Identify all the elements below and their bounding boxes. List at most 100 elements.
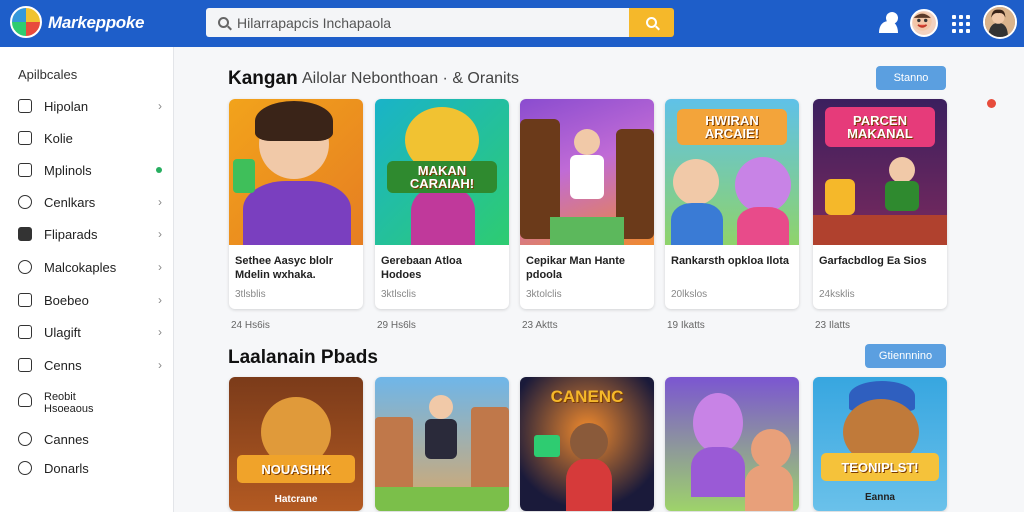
game-banner: TEONIPLST!	[821, 453, 939, 481]
game-title: Gerebaan Atloa Hodoes	[381, 255, 462, 281]
game-title: Sethee Aasyc blolr Mdelin wxhaka.	[235, 255, 334, 281]
game-meta: 24ksklis	[819, 289, 855, 300]
sidebar-item-malcokaples[interactable]: Malcokaples ›	[0, 254, 174, 280]
game-thumbnail: MAKAN CARAIAH!	[375, 99, 509, 245]
game-thumbnail	[520, 99, 654, 245]
game-card[interactable]: PARCEN MAKANAL Garfacbdlog Ea Sios 24ksk…	[813, 99, 947, 309]
game-title: Rankarsth opkloa Ilota	[671, 255, 789, 267]
sidebar-item-label: Malcokaples	[44, 259, 117, 275]
game-card[interactable]: Sethee Aasyc blolr Mdelin wxhaka. 3tlsbl…	[229, 99, 363, 309]
sidebar-item-cannes[interactable]: Cannes	[0, 426, 174, 452]
gamepad-icon	[18, 195, 32, 209]
sidebar-item-label: Hipolan	[44, 98, 89, 114]
sidebar-item-reobit[interactable]: Reobit Hsoeaous	[0, 391, 174, 421]
app-title[interactable]: Markeppoke	[48, 13, 145, 33]
chat-icon[interactable]	[876, 9, 902, 35]
see-all-button[interactable]: Gtiennnino	[865, 344, 946, 368]
game-banner: PARCEN MAKANAL	[825, 107, 935, 147]
chevron-right-icon: ›	[158, 227, 162, 241]
search-icon	[18, 260, 32, 274]
sidebar-item-hipolan[interactable]: Hipolan ›	[0, 93, 174, 119]
game-card[interactable]: Cepikar Man Hante pdoola 3ktolclis	[520, 99, 654, 309]
sidebar-item-label: Cenns	[44, 357, 82, 373]
sidebar-item-label: Mplinols	[44, 162, 92, 178]
game-thumbnail[interactable]: NOUASIHK Hatcrane	[229, 377, 363, 511]
sidebar-item-label: Reobit	[44, 391, 76, 403]
game-card[interactable]: HWIRAN ARCAIE! Rankarsth opkloa Ilota 20…	[665, 99, 799, 309]
game-stat: 29 Hs6ls	[377, 320, 416, 331]
game-caption: Eanna	[864, 492, 895, 503]
user-avatar[interactable]	[983, 5, 1017, 39]
chevron-right-icon: ›	[158, 260, 162, 274]
game-title: Garfacbdlog Ea Sios	[819, 255, 927, 267]
bag-icon	[18, 227, 32, 241]
chevron-right-icon: ›	[158, 293, 162, 307]
sidebar-item-mplinols[interactable]: Mplinols	[0, 157, 174, 183]
sidebar-item-boebeo[interactable]: Boebeo ›	[0, 287, 174, 313]
bell-icon	[18, 393, 32, 407]
app-logo-icon[interactable]	[10, 6, 42, 38]
game-meta: 3ktolclis	[526, 289, 562, 300]
game-meta: 20lkslos	[671, 289, 708, 300]
top-bar: Markeppoke Hilarrapapcis Inchapaola	[0, 0, 1024, 47]
chevron-right-icon: ›	[158, 325, 162, 339]
sidebar-item-label: Cannes	[44, 431, 89, 447]
sidebar-item-kolie[interactable]: Kolie	[0, 125, 174, 151]
game-thumbnail[interactable]: TEONIPLST! Eanna	[813, 377, 947, 511]
game-title: Cepikar Man Hante pdoola	[526, 255, 626, 281]
main-content: Kangan Ailolar Nebonthoan · & Oranits St…	[175, 47, 1024, 512]
game-thumbnail[interactable]	[665, 377, 799, 511]
puzzle-icon	[18, 293, 32, 307]
sidebar-item-sublabel: Hsoeaous	[44, 403, 94, 415]
game-thumbnail[interactable]: CANENC	[520, 377, 654, 511]
see-more-button[interactable]: Stanno	[876, 66, 946, 90]
game-thumbnail: PARCEN MAKANAL	[813, 99, 947, 245]
chevron-right-icon: ›	[158, 358, 162, 372]
sidebar-item-label: Donarls	[44, 460, 89, 476]
section-title: Kangan	[228, 68, 298, 89]
game-stat: 23 Ilatts	[815, 320, 851, 331]
game-thumbnail[interactable]	[375, 377, 509, 511]
search-button-icon	[646, 17, 657, 28]
search-button[interactable]	[629, 8, 674, 37]
flag-icon[interactable]	[987, 99, 996, 108]
status-dot-icon	[156, 167, 162, 173]
notification-avatar-icon[interactable]	[910, 9, 938, 37]
search-input[interactable]: Hilarrapapcis Inchapaola	[206, 8, 630, 37]
game-caption: Hatcrane	[274, 494, 318, 505]
search-icon	[218, 17, 229, 28]
game-banner: CANENC	[550, 387, 624, 406]
game-card[interactable]: MAKAN CARAIAH! Gerebaan Atloa Hodoes 3kt…	[375, 99, 509, 309]
game-banner: HWIRAN ARCAIE!	[677, 109, 787, 145]
sidebar-item-label: Kolie	[44, 130, 73, 146]
folder-icon	[18, 131, 32, 145]
apps-grid-icon[interactable]	[952, 15, 970, 33]
game-thumbnail	[229, 99, 363, 245]
game-meta: 3ktlsclis	[381, 289, 417, 300]
sidebar-item-label: Boebeo	[44, 292, 89, 308]
square-icon	[18, 99, 32, 113]
game-meta: 3tlsblis	[235, 289, 266, 300]
game-stat: 24 Hs6is	[231, 320, 270, 331]
section-title: Laalanain Pbads	[228, 347, 378, 368]
sidebar-item-donarls[interactable]: Donarls	[0, 455, 174, 481]
game-thumbnail: HWIRAN ARCAIE!	[665, 99, 799, 245]
settings-icon	[18, 461, 32, 475]
sidebar-item-cenlkars[interactable]: Cenlkars ›	[0, 189, 174, 215]
sidebar-item-cenns[interactable]: Cenns ›	[0, 352, 174, 378]
game-stat: 23 Aktts	[522, 320, 558, 331]
sidebar-header: Apilbcales	[18, 67, 78, 82]
sidebar-item-label: Cenlkars	[44, 194, 96, 210]
sidebar-item-label: Ulagift	[44, 324, 81, 340]
chevron-right-icon: ›	[158, 99, 162, 113]
game-banner: MAKAN CARAIAH!	[387, 161, 497, 193]
sidebar-item-fliparads[interactable]: Fliparads ›	[0, 221, 174, 247]
game-banner: NOUASIHK	[237, 455, 355, 483]
chevron-right-icon: ›	[158, 195, 162, 209]
sidebar-item-ulagift[interactable]: Ulagift ›	[0, 319, 174, 345]
section-subtitle: Ailolar Nebonthoan · & Oranits	[302, 70, 519, 87]
sidebar: Apilbcales Hipolan › Kolie Mplinols Cenl…	[0, 47, 174, 512]
clock-icon	[18, 432, 32, 446]
grid-icon	[18, 358, 32, 372]
document-icon	[18, 163, 32, 177]
